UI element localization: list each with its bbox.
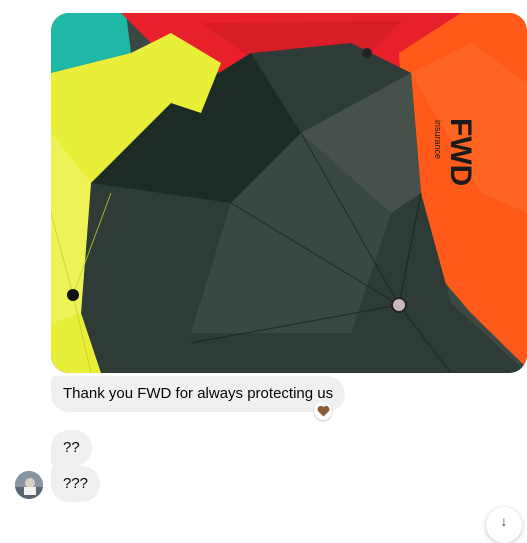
umbrella-image: FWD insurance bbox=[51, 13, 527, 373]
message-bubble[interactable]: ?? bbox=[51, 430, 92, 466]
scroll-to-bottom-button[interactable]: ↓ bbox=[486, 507, 522, 543]
arrow-down-icon: ↓ bbox=[500, 513, 508, 529]
avatar-image bbox=[15, 471, 43, 499]
message-bubble[interactable]: Thank you FWD for always protecting us bbox=[51, 376, 346, 412]
heart-icon bbox=[317, 405, 329, 417]
avatar[interactable] bbox=[15, 471, 43, 499]
message-bubble[interactable]: ??? bbox=[51, 466, 101, 502]
brand-logo-text: FWD bbox=[444, 118, 477, 186]
umbrella-photo[interactable]: FWD insurance bbox=[51, 13, 527, 373]
message-thread: FWD insurance Thank you FWD for always p… bbox=[0, 0, 527, 543]
brand-logo-subtext: insurance bbox=[433, 120, 443, 159]
heart-reaction[interactable] bbox=[314, 402, 332, 420]
